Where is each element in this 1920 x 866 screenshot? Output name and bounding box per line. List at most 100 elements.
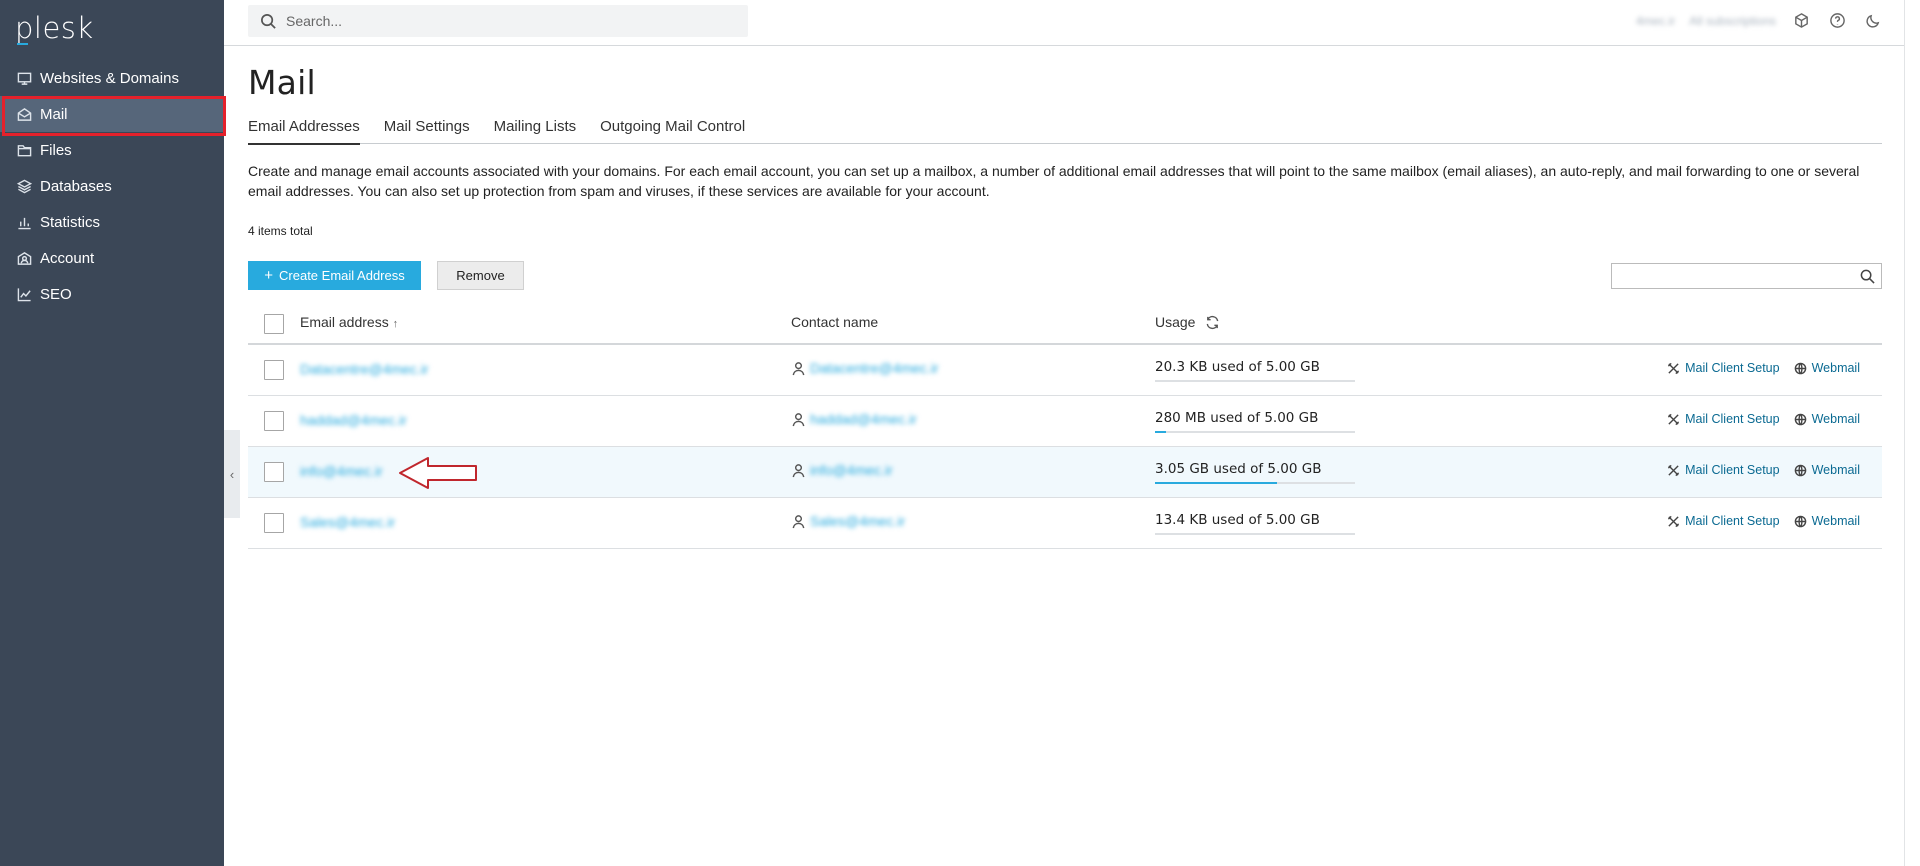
usage-bar (1155, 482, 1355, 484)
contact-name-text[interactable]: Sales@4mec.ir (810, 513, 905, 529)
mail-client-setup-link[interactable]: Mail Client Setup (1667, 412, 1780, 426)
sidebar-item-files[interactable]: Files (0, 132, 224, 168)
webmail-link[interactable]: Webmail (1794, 361, 1860, 375)
row-checkbox[interactable] (264, 462, 284, 482)
sidebar-collapse-handle[interactable]: ‹ (224, 430, 240, 518)
sidebar-nav: Websites & Domains Mail Files Databases … (0, 60, 226, 312)
select-all-checkbox[interactable] (264, 314, 284, 334)
dark-mode-icon[interactable] (1862, 12, 1884, 29)
webmail-link[interactable]: Webmail (1794, 463, 1860, 477)
mail-client-setup-link[interactable]: Mail Client Setup (1667, 463, 1780, 477)
help-icon[interactable] (1826, 12, 1848, 29)
user-icon (792, 412, 805, 426)
sidebar-item-databases[interactable]: Databases (0, 168, 224, 204)
row-checkbox[interactable] (264, 513, 284, 533)
table-header: Email address ↑ Contact name Usage (248, 303, 1882, 345)
sidebar-item-statistics[interactable]: Statistics (0, 204, 224, 240)
email-table: Email address ↑ Contact name Usage Datac… (248, 303, 1882, 549)
sidebar-item-seo[interactable]: SEO (0, 276, 224, 312)
contact-name-text[interactable]: info@4mec.ir (810, 462, 893, 478)
sidebar-item-mail[interactable]: Mail (0, 96, 226, 136)
plesk-logo[interactable]: plesk (15, 11, 94, 45)
mail-client-setup-link[interactable]: Mail Client Setup (1667, 514, 1780, 528)
sidebar: plesk Websites & Domains Mail Files Data… (0, 0, 226, 866)
row-checkbox[interactable] (264, 411, 284, 431)
email-address-link[interactable]: info@4mec.ir (300, 463, 383, 479)
plus-icon: + (264, 267, 274, 284)
usage-fill (1155, 431, 1166, 433)
global-search-input[interactable] (286, 13, 726, 29)
items-total: 4 items total (248, 224, 313, 238)
mail-icon (16, 106, 32, 122)
mail-client-setup-label: Mail Client Setup (1685, 412, 1780, 426)
scrollbar-track[interactable] (1904, 0, 1905, 866)
refresh-icon[interactable] (1205, 315, 1220, 330)
tab-bar: Email Addresses Mail Settings Mailing Li… (248, 118, 1882, 145)
contact-name-text[interactable]: haddad@4mec.ir (810, 411, 917, 427)
email-address-link[interactable]: Datacentre@4mec.ir (300, 361, 429, 377)
remove-button[interactable]: Remove (437, 261, 524, 290)
list-search[interactable] (1611, 263, 1882, 289)
webmail-label: Webmail (1811, 463, 1860, 477)
row-checkbox[interactable] (264, 360, 284, 380)
list-search-input[interactable] (1618, 265, 1860, 287)
tools-icon (1667, 362, 1680, 374)
top-bar: 4mec.ir All subscriptions (224, 0, 1904, 46)
globe-icon (1794, 413, 1806, 425)
search-icon[interactable] (1860, 269, 1875, 284)
trend-icon (16, 286, 32, 302)
row-actions: Mail Client Setup Webmail (1667, 412, 1860, 426)
webmail-link[interactable]: Webmail (1794, 412, 1860, 426)
sidebar-item-label: Mail (40, 105, 68, 123)
table-row: info@4mec.ir info@4mec.ir 3.05 GB used o… (248, 447, 1882, 498)
globe-icon (1794, 362, 1806, 374)
column-email-label: Email address (300, 314, 389, 330)
contact-name: haddad@4mec.ir (791, 411, 917, 427)
usage-text: 3.05 GB used of 5.00 GB (1155, 461, 1322, 477)
extensions-icon[interactable] (1790, 12, 1812, 29)
page-title: Mail (248, 63, 316, 102)
logo-accent (17, 43, 28, 45)
column-contact-name[interactable]: Contact name (791, 314, 878, 330)
global-search[interactable] (248, 5, 748, 37)
tab-outgoing-mail-control[interactable]: Outgoing Mail Control (600, 118, 745, 144)
usage-text: 13.4 KB used of 5.00 GB (1155, 512, 1320, 528)
contact-name-text[interactable]: Datacentre@4mec.ir (810, 360, 939, 376)
webmail-label: Webmail (1811, 361, 1860, 375)
layers-icon (16, 178, 32, 194)
mail-client-setup-label: Mail Client Setup (1685, 361, 1780, 375)
monitor-icon (16, 70, 32, 86)
row-actions: Mail Client Setup Webmail (1667, 361, 1860, 375)
subscriptions-menu[interactable]: All subscriptions (1689, 14, 1776, 28)
email-address-link[interactable]: Sales@4mec.ir (300, 514, 395, 530)
tab-mailing-lists[interactable]: Mailing Lists (494, 118, 577, 144)
folder-icon (16, 142, 32, 158)
sidebar-item-label: Databases (40, 177, 112, 195)
tab-email-addresses[interactable]: Email Addresses (248, 118, 360, 145)
list-toolbar: + Create Email Address Remove (248, 261, 1882, 290)
search-icon (261, 13, 276, 29)
webmail-link[interactable]: Webmail (1794, 514, 1860, 528)
usage-bar (1155, 431, 1355, 433)
sidebar-item-label: Statistics (40, 213, 101, 231)
sidebar-item-label: Files (40, 141, 72, 159)
user-menu[interactable]: 4mec.ir (1636, 14, 1675, 28)
sidebar-item-account[interactable]: Account (0, 240, 224, 276)
table-row: haddad@4mec.ir haddad@4mec.ir 280 MB use… (248, 396, 1882, 447)
usage-cell: 13.4 KB used of 5.00 GB (1155, 512, 1355, 535)
user-icon (792, 361, 805, 375)
top-right-controls: 4mec.ir All subscriptions (1636, 12, 1884, 29)
mail-client-setup-link[interactable]: Mail Client Setup (1667, 361, 1780, 375)
tab-mail-settings[interactable]: Mail Settings (384, 118, 470, 144)
annotation-arrow-icon (399, 457, 477, 489)
sidebar-item-label: SEO (40, 285, 72, 303)
table-row: Sales@4mec.ir Sales@4mec.ir 13.4 KB used… (248, 498, 1882, 549)
email-address-link[interactable]: haddad@4mec.ir (300, 412, 407, 428)
create-email-address-button[interactable]: + Create Email Address (248, 261, 421, 290)
column-email-address[interactable]: Email address ↑ (300, 314, 398, 330)
globe-icon (1794, 464, 1806, 476)
usage-cell: 20.3 KB used of 5.00 GB (1155, 359, 1355, 382)
sidebar-item-websites-domains[interactable]: Websites & Domains (0, 60, 224, 96)
tools-icon (1667, 464, 1680, 476)
tools-icon (1667, 515, 1680, 527)
